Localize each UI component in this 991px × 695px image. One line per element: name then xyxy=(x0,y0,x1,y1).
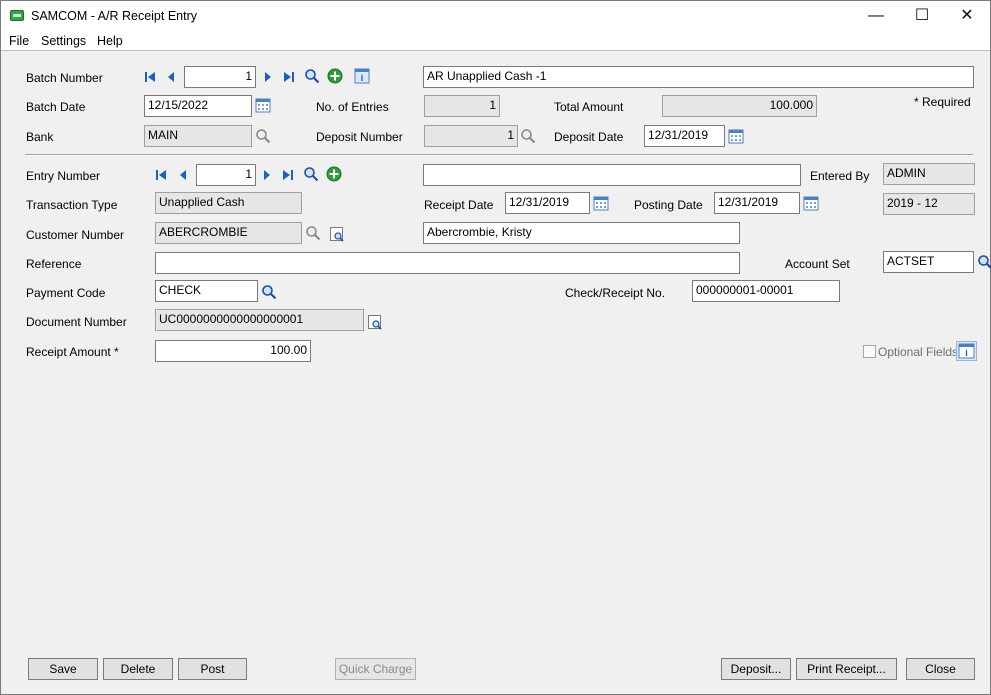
payment-code-finder-icon[interactable] xyxy=(261,284,277,300)
optional-fields-checkbox[interactable] xyxy=(863,345,876,358)
total-amount-field: 100.000 xyxy=(662,95,817,117)
close-button[interactable]: Close xyxy=(906,658,975,680)
section-divider xyxy=(25,154,973,156)
total-amount-label: Total Amount xyxy=(554,100,624,114)
delete-button[interactable]: Delete xyxy=(103,658,173,680)
check-receipt-no-label: Check/Receipt No. xyxy=(565,286,666,300)
window-title: SAMCOM - A/R Receipt Entry xyxy=(31,9,198,23)
deposit-button[interactable]: Deposit... xyxy=(721,658,791,680)
minimize-button[interactable]: — xyxy=(853,1,899,31)
account-set-finder-icon[interactable] xyxy=(977,254,991,270)
save-button[interactable]: Save xyxy=(28,658,98,680)
check-receipt-no-field[interactable]: 000000001-00001 xyxy=(692,280,840,302)
next-entry-icon[interactable] xyxy=(259,167,275,183)
bank-label: Bank xyxy=(26,130,54,144)
batch-finder-icon[interactable] xyxy=(304,68,320,84)
batch-date-label: Batch Date xyxy=(26,100,86,114)
optional-fields-icon[interactable]: i xyxy=(956,341,977,361)
account-set-label: Account Set xyxy=(785,257,850,271)
first-entry-icon[interactable] xyxy=(153,167,169,183)
posting-date-field[interactable]: 12/31/2019 xyxy=(714,192,800,214)
entry-finder-icon[interactable] xyxy=(303,166,319,182)
last-batch-icon[interactable] xyxy=(281,69,297,85)
receipt-amount-field[interactable]: 100.00 xyxy=(155,340,311,362)
reference-field[interactable] xyxy=(155,252,740,274)
maximize-button[interactable]: ☐ xyxy=(899,1,945,31)
svg-text:i: i xyxy=(965,348,968,358)
menu-bar: File Settings Help xyxy=(1,31,990,51)
menu-settings[interactable]: Settings xyxy=(41,34,86,48)
reference-label: Reference xyxy=(26,257,82,271)
receipt-entry-window: SAMCOM - A/R Receipt Entry — ☐ ✕ File Se… xyxy=(0,0,991,695)
receipt-date-label: Receipt Date xyxy=(424,198,494,212)
customer-number-field: ABERCROMBIE xyxy=(155,222,302,244)
batch-number-label: Batch Number xyxy=(26,71,103,85)
deposit-number-label: Deposit Number xyxy=(316,130,403,144)
receipt-date-field[interactable]: 12/31/2019 xyxy=(505,192,590,214)
deposit-date-field[interactable]: 12/31/2019 xyxy=(644,125,725,147)
account-set-field[interactable]: ACTSET xyxy=(883,251,974,273)
customer-finder-icon xyxy=(306,226,321,241)
new-batch-icon[interactable] xyxy=(327,68,343,84)
batch-info-icon[interactable]: i xyxy=(354,68,370,84)
posting-date-label: Posting Date xyxy=(634,198,703,212)
deposit-date-label: Deposit Date xyxy=(554,130,624,144)
close-window-button[interactable]: ✕ xyxy=(944,1,990,31)
batch-description-field[interactable]: AR Unapplied Cash -1 xyxy=(423,66,974,88)
transaction-type-label: Transaction Type xyxy=(26,198,118,212)
payment-code-label: Payment Code xyxy=(26,286,106,300)
new-entry-icon[interactable] xyxy=(326,166,342,182)
bank-field: MAIN xyxy=(144,125,252,147)
calendar-icon[interactable] xyxy=(803,195,819,211)
optional-fields-label: Optional Fields xyxy=(878,345,959,359)
previous-entry-icon[interactable] xyxy=(175,167,191,183)
previous-batch-icon[interactable] xyxy=(163,69,179,85)
document-number-field: UC0000000000000000001 xyxy=(155,309,364,331)
required-note: * Required xyxy=(914,95,971,109)
customer-number-label: Customer Number xyxy=(26,228,125,242)
post-button[interactable]: Post xyxy=(178,658,247,680)
deposit-finder-icon xyxy=(521,129,536,144)
print-receipt-button[interactable]: Print Receipt... xyxy=(796,658,897,680)
customer-name-field[interactable]: Abercrombie, Kristy xyxy=(423,222,740,244)
batch-date-field[interactable]: 12/15/2022 xyxy=(144,95,252,117)
entries-label: No. of Entries xyxy=(316,100,389,114)
entry-description-field[interactable] xyxy=(423,164,801,186)
calendar-icon[interactable] xyxy=(255,97,271,113)
receipt-amount-label: Receipt Amount * xyxy=(26,345,119,359)
entered-by-field: ADMIN xyxy=(883,163,975,185)
batch-number-field[interactable]: 1 xyxy=(184,66,256,88)
calendar-icon[interactable] xyxy=(728,128,744,144)
calendar-icon[interactable] xyxy=(593,195,609,211)
entries-field: 1 xyxy=(424,95,500,117)
fiscal-period-field: 2019 - 12 xyxy=(883,193,975,215)
app-icon xyxy=(10,10,24,21)
next-batch-icon[interactable] xyxy=(260,69,276,85)
quick-charge-button[interactable]: Quick Charge xyxy=(335,658,416,680)
entry-number-field[interactable]: 1 xyxy=(196,164,256,186)
svg-text:i: i xyxy=(361,73,364,83)
menu-file[interactable]: File xyxy=(9,34,29,48)
transaction-type-field: Unapplied Cash xyxy=(155,192,302,214)
payment-code-field[interactable]: CHECK xyxy=(155,280,258,302)
title-bar: SAMCOM - A/R Receipt Entry — ☐ ✕ xyxy=(1,1,990,31)
entry-number-label: Entry Number xyxy=(26,169,101,183)
bank-finder-icon xyxy=(256,129,271,144)
last-entry-icon[interactable] xyxy=(280,167,296,183)
deposit-number-field: 1 xyxy=(424,125,518,147)
entered-by-label: Entered By xyxy=(810,169,870,183)
menu-help[interactable]: Help xyxy=(97,34,123,48)
first-batch-icon[interactable] xyxy=(142,69,158,85)
customer-zoom-icon[interactable] xyxy=(329,226,345,242)
document-zoom-icon[interactable] xyxy=(367,314,383,330)
document-number-label: Document Number xyxy=(26,315,127,329)
